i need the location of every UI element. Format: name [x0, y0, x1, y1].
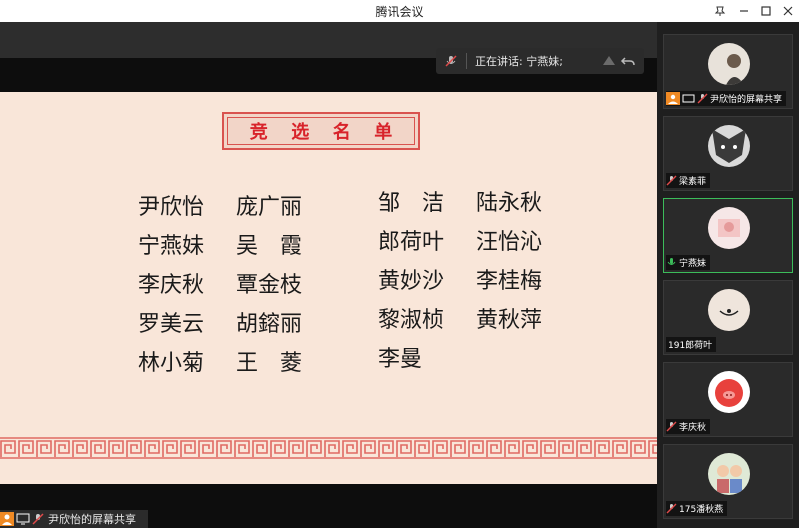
participant-caption: 梁素菲 — [666, 173, 711, 188]
screen-share-icon — [682, 94, 695, 102]
user-icon — [666, 92, 680, 105]
mic-muted-icon — [32, 513, 44, 525]
name-column-1: 尹欣怡 宁燕妹 李庆秋 罗美云 林小菊 — [138, 188, 204, 383]
heading-char: 竞 — [249, 122, 268, 143]
candidate-name: 吴 霞 — [236, 234, 303, 259]
heading-char: 选 — [291, 122, 310, 143]
window-title: 腾讯会议 — [375, 5, 424, 19]
slide-heading: 竞 选 名 单 — [222, 112, 420, 150]
undo-icon[interactable] — [620, 53, 636, 69]
candidate-name: 黄妙沙 — [378, 269, 445, 294]
mic-muted-icon — [697, 93, 708, 104]
mic-muted-icon — [666, 421, 677, 432]
candidate-name: 李曼 — [378, 347, 423, 372]
mic-active-icon — [667, 258, 676, 265]
screen-share-icon — [16, 513, 30, 525]
avatar — [708, 453, 750, 495]
participant-name: 李庆秋 — [679, 423, 707, 433]
candidate-name: 李庆秋 — [138, 273, 205, 298]
avatar — [708, 43, 750, 85]
mic-muted-icon — [666, 503, 677, 514]
candidate-name: 罗美云 — [138, 312, 205, 337]
participant-caption: 175潘秋燕 — [666, 501, 728, 516]
participant-tile[interactable]: 尹欣怡的屏幕共享 — [663, 34, 793, 109]
candidate-name: 胡鎔丽 — [236, 312, 303, 337]
candidate-name: 王 菱 — [236, 351, 303, 376]
heading-char: 名 — [332, 122, 351, 143]
title-bar: 腾讯会议 — [0, 0, 799, 23]
candidate-name: 郎荷叶 — [378, 230, 445, 255]
divider — [466, 53, 467, 69]
name-column-3: 邹 洁 郎荷叶 黄妙沙 黎淑桢 李曼 — [378, 184, 444, 379]
participant-tile[interactable]: 李庆秋 — [663, 362, 793, 437]
name-column-4: 陆永秋 汪怡沁 李桂梅 黄秋萍 — [476, 184, 542, 340]
close-button[interactable] — [774, 0, 799, 22]
candidate-name: 李桂梅 — [476, 269, 543, 294]
participant-tile-active[interactable]: 宁燕妹 — [663, 198, 793, 273]
name-column-2: 庞广丽 吴 霞 覃金枝 胡鎔丽 王 菱 — [236, 188, 302, 383]
avatar — [708, 289, 750, 331]
candidate-name: 陆永秋 — [476, 191, 543, 216]
shared-screen-area: 正在讲话: 宁燕妹; 竞 选 名 单 尹欣怡 宁燕妹 李庆秋 罗美云 林小菊 庞… — [0, 22, 657, 528]
participant-caption: 尹欣怡的屏幕共享 — [666, 91, 787, 106]
fret-border-decoration — [0, 437, 657, 459]
participant-gallery: 尹欣怡的屏幕共享 梁素菲 宁燕妹 191郎荷叶 李庆秋 175潘秋燕 — [657, 22, 799, 528]
annotate-icon[interactable] — [601, 53, 617, 69]
view-controls — [601, 53, 636, 69]
avatar — [708, 371, 750, 413]
participant-name: 尹欣怡的屏幕共享 — [710, 95, 783, 105]
candidate-name: 邹 洁 — [378, 191, 445, 216]
participant-tile[interactable]: 梁素菲 — [663, 116, 793, 191]
participant-name: 191郎荷叶 — [668, 341, 713, 351]
participant-caption: 191郎荷叶 — [666, 337, 717, 352]
mic-muted-icon — [445, 55, 457, 67]
speaking-label: 正在讲话: 宁燕妹; — [475, 55, 563, 68]
candidate-name: 宁燕妹 — [138, 234, 205, 259]
candidate-name: 庞广丽 — [236, 195, 303, 220]
heading-char: 单 — [374, 122, 393, 143]
candidate-name: 汪怡沁 — [476, 230, 543, 255]
participant-name: 宁燕妹 — [679, 259, 707, 269]
candidate-name: 黎淑桢 — [378, 308, 445, 333]
participant-name: 175潘秋燕 — [679, 505, 724, 515]
candidate-name: 林小菊 — [138, 351, 205, 376]
participant-caption: 李庆秋 — [666, 419, 711, 434]
participant-tile[interactable]: 175潘秋燕 — [663, 444, 793, 519]
slide-content: 竞 选 名 单 尹欣怡 宁燕妹 李庆秋 罗美云 林小菊 庞广丽 吴 霞 覃金枝 … — [0, 92, 657, 484]
speaking-indicator: 正在讲话: 宁燕妹; — [436, 48, 644, 74]
candidate-name: 尹欣怡 — [138, 195, 205, 220]
candidate-name: 黄秋萍 — [476, 308, 543, 333]
share-bar-label: 尹欣怡的屏幕共享 — [48, 513, 136, 526]
participant-name: 梁素菲 — [679, 177, 707, 187]
participant-caption: 宁燕妹 — [666, 255, 711, 270]
user-icon — [0, 512, 14, 526]
screen-share-label: 尹欣怡的屏幕共享 — [0, 510, 148, 528]
participant-tile[interactable]: 191郎荷叶 — [663, 280, 793, 355]
mic-muted-icon — [666, 175, 677, 186]
candidate-name: 覃金枝 — [236, 273, 303, 298]
avatar — [708, 125, 750, 167]
avatar — [708, 207, 750, 249]
